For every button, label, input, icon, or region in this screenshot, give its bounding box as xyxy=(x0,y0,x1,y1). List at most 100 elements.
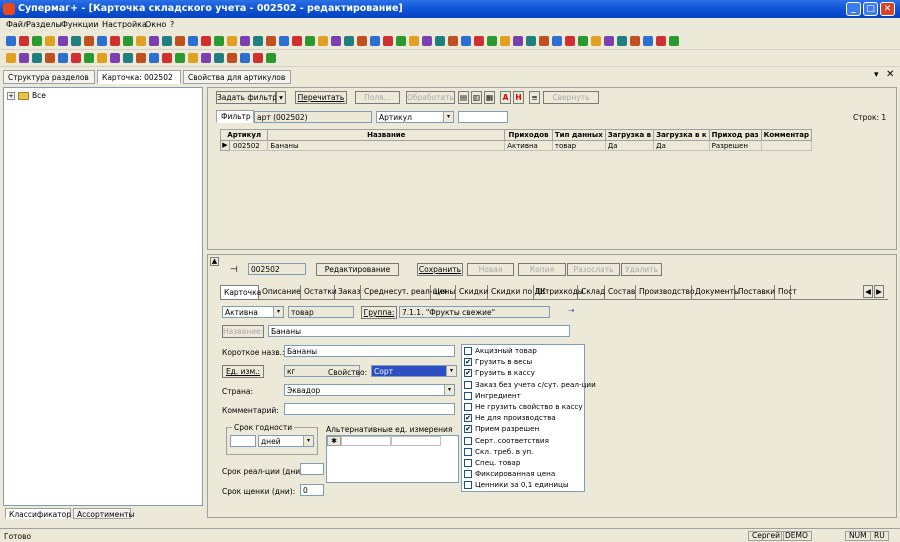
checkbox[interactable] xyxy=(464,403,472,411)
list-icon[interactable]: ≡ xyxy=(529,91,540,104)
table-cell[interactable]: Разрешен xyxy=(708,140,762,151)
set-filter-button[interactable]: Задать фильтр xyxy=(216,91,277,104)
card-tab[interactable]: Склад xyxy=(578,285,605,299)
card-tab[interactable]: Скидки xyxy=(456,285,488,299)
card-tab[interactable]: Пост xyxy=(775,285,797,299)
toolbar-icon[interactable] xyxy=(279,36,289,46)
pin-icon[interactable]: ⊣ xyxy=(230,265,238,275)
toolbar-icon[interactable] xyxy=(227,36,237,46)
checkbox[interactable] xyxy=(464,481,472,490)
toolbar-icon[interactable] xyxy=(370,36,380,46)
menu-settings[interactable]: Настройка xyxy=(102,20,147,29)
tab-article-properties[interactable]: Свойства для артикулов xyxy=(183,70,291,84)
card-tab[interactable]: Штрихкоды xyxy=(534,285,584,299)
toolbar-icon[interactable] xyxy=(240,53,250,63)
card-tab[interactable]: Состав xyxy=(605,285,636,299)
toolbar-icon[interactable] xyxy=(539,36,549,46)
flag-row[interactable]: Серт. соответствия xyxy=(462,436,586,446)
table-cell[interactable]: Активна xyxy=(504,140,553,151)
flag-row[interactable]: Акцизный товар xyxy=(462,346,586,356)
toolbar-icon[interactable] xyxy=(58,36,68,46)
group-button[interactable]: Группа: xyxy=(361,306,397,319)
table-cell[interactable]: Бананы xyxy=(267,140,506,151)
shelf-unit-select[interactable]: дней ▾ xyxy=(258,435,314,447)
card-tab[interactable]: Описание xyxy=(259,285,301,299)
view-icon-3[interactable]: ▦ xyxy=(484,91,495,104)
fields-button[interactable]: Поля... xyxy=(355,91,400,104)
toolbar-icon[interactable] xyxy=(32,36,42,46)
toolbar-icon[interactable] xyxy=(266,53,276,63)
toolbar-icon[interactable] xyxy=(84,36,94,46)
toolbar-icon[interactable] xyxy=(123,36,133,46)
toolbar-icon[interactable] xyxy=(474,36,484,46)
toolbar-icon[interactable] xyxy=(175,53,185,63)
flag-row[interactable]: Ингредиент xyxy=(462,391,586,401)
flag-row[interactable]: Не грузить свойство в кассу xyxy=(462,402,586,412)
toolbar-icon[interactable] xyxy=(162,53,172,63)
short-name-input[interactable]: Бананы xyxy=(284,345,455,357)
toolbar-icon[interactable] xyxy=(552,36,562,46)
toolbar-icon[interactable] xyxy=(253,53,263,63)
dropdown-arrow-icon[interactable]: ▾ xyxy=(444,385,454,395)
card-tab[interactable]: Карточка xyxy=(220,285,261,299)
toolbar-icon[interactable] xyxy=(526,36,536,46)
flag-row[interactable]: Заказ без учета с/сут. реал-ции xyxy=(462,380,596,390)
menu-sections[interactable]: Разделы xyxy=(26,20,62,29)
grid-header[interactable]: Комментар xyxy=(760,129,813,141)
collapse-button[interactable]: Свернуть xyxy=(543,91,599,104)
toolbar-icon[interactable] xyxy=(6,36,16,46)
tab-assortments[interactable]: Ассортименты xyxy=(73,508,134,519)
checkbox[interactable] xyxy=(464,436,472,445)
copy-button[interactable]: Копия xyxy=(518,263,566,276)
toolbar-icon[interactable] xyxy=(162,36,172,46)
toolbar-icon[interactable] xyxy=(266,36,276,46)
dropdown-arrow-icon[interactable]: ▾ xyxy=(303,436,313,446)
alt-unit-cell[interactable] xyxy=(341,436,391,446)
checkbox[interactable]: ✔ xyxy=(464,414,472,423)
menu-help[interactable]: ? xyxy=(170,20,174,29)
checkbox[interactable] xyxy=(464,459,472,467)
toolbar-icon[interactable] xyxy=(45,36,55,46)
toolbar-icon[interactable] xyxy=(188,36,198,46)
toolbar-icon[interactable] xyxy=(71,36,81,46)
checkbox[interactable]: ✔ xyxy=(464,369,472,378)
toolbar-icon[interactable] xyxy=(617,36,627,46)
checkbox[interactable] xyxy=(464,470,472,479)
flag-row[interactable]: Фиксированная цена xyxy=(462,469,586,479)
tab-menu-arrow-icon[interactable]: ▾ xyxy=(874,70,879,80)
toolbar-icon[interactable] xyxy=(175,36,185,46)
set-filter-dropdown[interactable]: ▾ xyxy=(276,91,286,104)
tabs-scroll-left-icon[interactable]: ◀ xyxy=(863,285,873,298)
card-tab[interactable]: Заказ xyxy=(335,285,361,299)
checkbox[interactable] xyxy=(464,447,472,456)
flag-row[interactable]: ✔ Грузить в весы xyxy=(462,357,586,367)
toolbar-icon[interactable] xyxy=(305,36,315,46)
toolbar-icon[interactable] xyxy=(513,36,523,46)
flag-row[interactable]: Спец. товар xyxy=(462,458,586,468)
toolbar-icon[interactable] xyxy=(669,36,679,46)
tree-root-label[interactable]: Все xyxy=(32,91,46,100)
table-row[interactable]: 002502 Бананы Активна товар Да Да Разрешен xyxy=(219,140,813,151)
maximize-button[interactable]: □ xyxy=(863,2,878,16)
tab-sections-structure[interactable]: Структура разделов xyxy=(3,70,95,84)
toolbar-icon[interactable] xyxy=(32,53,42,63)
flag-row[interactable]: ✔ Грузить в кассу xyxy=(462,368,586,378)
country-select[interactable]: Эквадор ▾ xyxy=(284,384,455,396)
toolbar-icon[interactable] xyxy=(149,36,159,46)
toolbar-icon[interactable] xyxy=(396,36,406,46)
reread-button[interactable]: Перечитать xyxy=(295,91,347,104)
toolbar-icon[interactable] xyxy=(487,36,497,46)
flag-row[interactable]: ✔ Не для производства xyxy=(462,413,586,423)
toolbar-icon[interactable] xyxy=(383,36,393,46)
delete-button[interactable]: Удалить xyxy=(621,263,662,276)
table-cell[interactable]: Да xyxy=(604,140,655,151)
toolbar-icon[interactable] xyxy=(149,53,159,63)
tabs-scroll-right-icon[interactable]: ▶ xyxy=(874,285,884,298)
minimize-button[interactable]: _ xyxy=(846,2,861,16)
filter-tab[interactable]: Фильтр xyxy=(216,110,254,123)
status-select[interactable]: Активна ▾ xyxy=(222,306,284,318)
checkbox[interactable] xyxy=(464,380,472,389)
grid-header[interactable]: Загрузка в к xyxy=(653,129,710,141)
restore-panel-icon[interactable]: ▲ xyxy=(210,257,219,266)
send-button[interactable]: Разослать xyxy=(567,263,620,276)
